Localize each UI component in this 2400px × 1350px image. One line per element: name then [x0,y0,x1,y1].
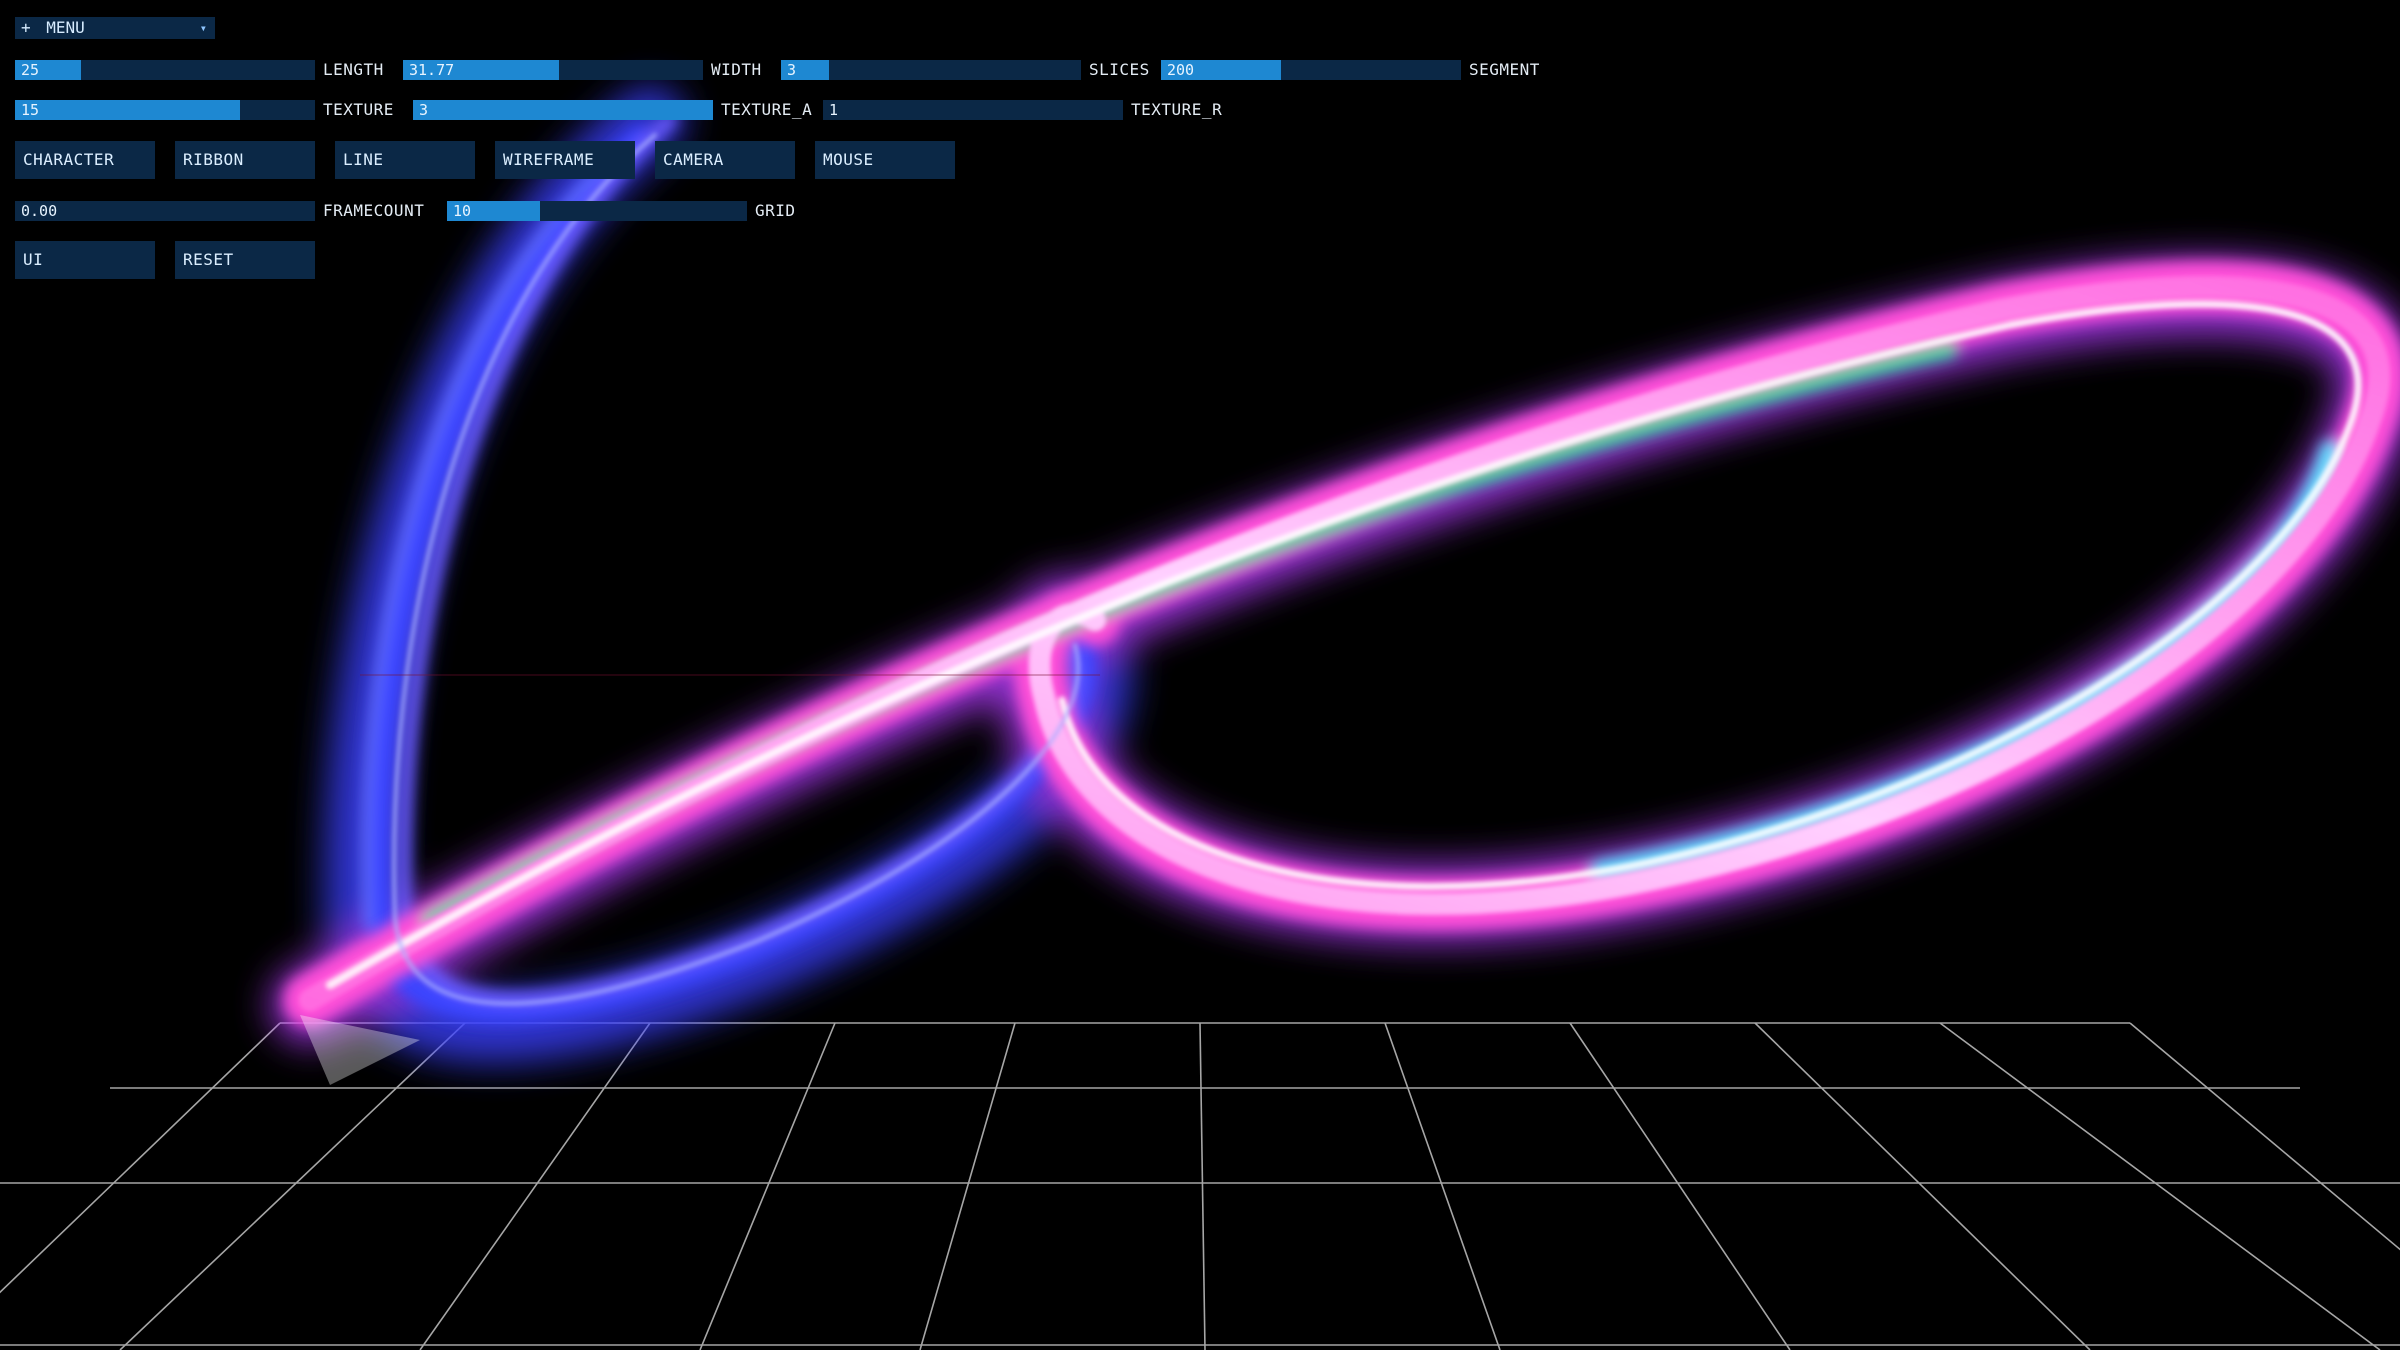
chevron-down-icon: ▾ [199,21,207,35]
grid-slider[interactable]: 10 [447,201,747,221]
slider-label: SLICES [1089,60,1150,79]
slider-label: TEXTURE [323,100,394,119]
slider-value: 3 [787,61,797,79]
width-slider[interactable]: 31.77 [403,60,703,80]
menu-toggle[interactable]: + MENU ▾ [15,17,215,39]
floor-grid [0,1022,2400,1350]
framecount-slider[interactable]: 0.00 [15,201,315,221]
character-button[interactable]: CHARACTER [15,141,155,179]
viewport[interactable]: + MENU ▾ 25 LENGTH 31.77 WIDTH 3 SLICES [0,0,2400,1350]
slider-label: GRID [755,201,796,220]
slider-label: TEXTURE_A [721,100,813,119]
mouse-button[interactable]: MOUSE [815,141,955,179]
slider-value: 1 [829,101,839,119]
mode-button-row: CHARACTER RIBBON LINE WIREFRAME CAMERA M… [15,141,955,179]
slider-fill [15,100,240,120]
wireframe-button[interactable]: WIREFRAME [495,141,635,179]
utility-button-row: UI RESET [15,241,315,279]
slider-value: 200 [1167,61,1195,79]
slider-label: WIDTH [711,60,762,79]
texture-r-slider[interactable]: 1 [823,100,1123,120]
slider-row-3: 0.00 FRAMECOUNT 10 GRID [15,200,810,222]
slider-row-1: 25 LENGTH 31.77 WIDTH 3 SLICES 200 SEGME… [15,59,1554,81]
menu-label: MENU [46,18,85,37]
slider-value: 31.77 [409,61,455,79]
slider-label: SEGMENT [1469,60,1540,79]
slider-fill [413,100,713,120]
segment-slider[interactable]: 200 [1161,60,1461,80]
slider-value: 3 [419,101,429,119]
control-panel: + MENU ▾ 25 LENGTH 31.77 WIDTH 3 SLICES [0,0,2400,300]
texture-slider[interactable]: 15 [15,100,315,120]
texture-a-slider[interactable]: 3 [413,100,713,120]
ribbon-button[interactable]: RIBBON [175,141,315,179]
slider-value: 0.00 [21,202,58,220]
reset-button[interactable]: RESET [175,241,315,279]
slices-slider[interactable]: 3 [781,60,1081,80]
slider-label: LENGTH [323,60,384,79]
ui-toggle-button[interactable]: UI [15,241,155,279]
slider-label: TEXTURE_R [1131,100,1223,119]
slider-value: 25 [21,61,40,79]
slider-value: 10 [453,202,472,220]
camera-button[interactable]: CAMERA [655,141,795,179]
length-slider[interactable]: 25 [15,60,315,80]
slider-row-2: 15 TEXTURE 3 TEXTURE_A 1 TEXTURE_R [15,99,1236,121]
plus-icon: + [21,18,31,37]
line-button[interactable]: LINE [335,141,475,179]
slider-label: FRAMECOUNT [323,201,425,220]
slider-value: 15 [21,101,40,119]
